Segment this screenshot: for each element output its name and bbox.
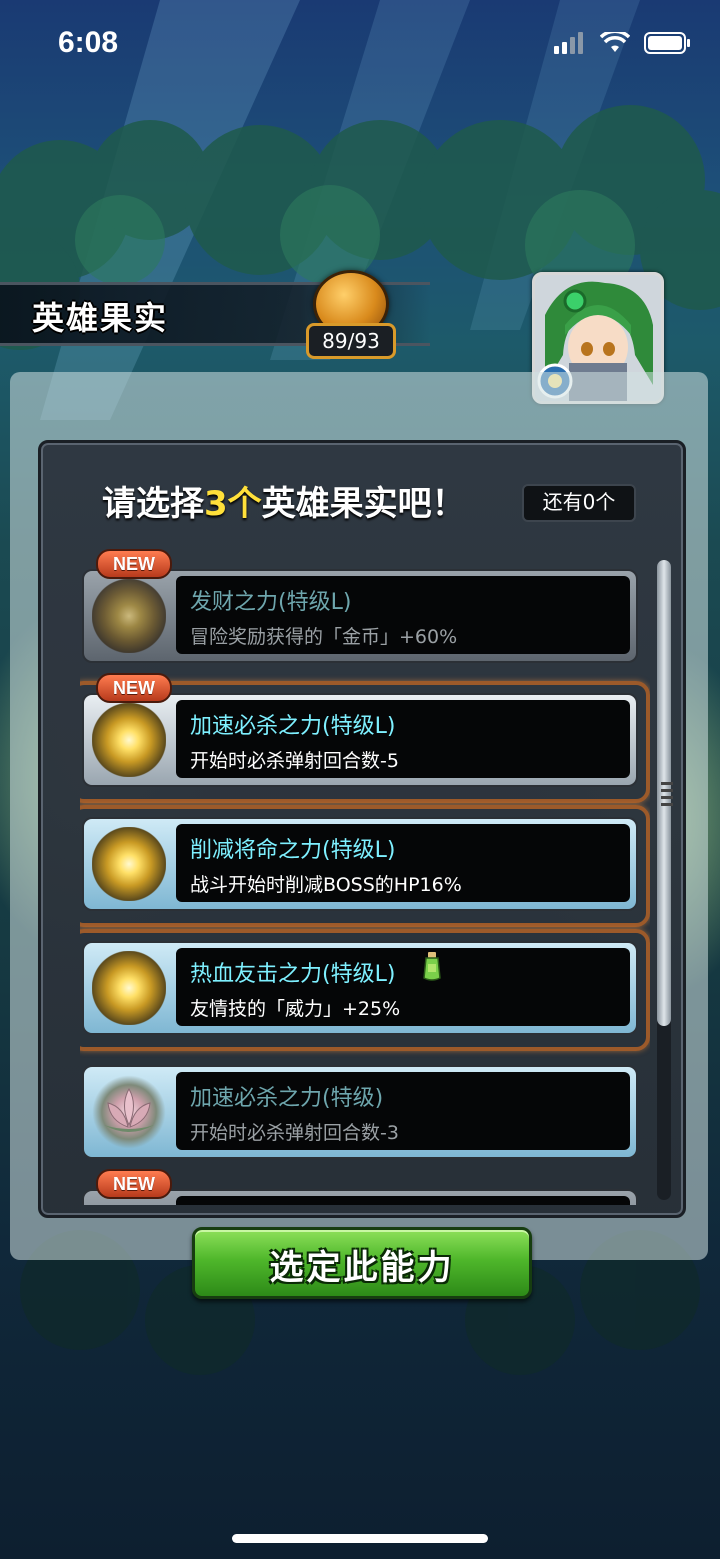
row-text-box [176,1196,630,1205]
fruit-title: 发财之力(特级L) [190,590,352,615]
row-text-box: 热血友击之力(特级L) 友情技的「威力」+25% [176,948,630,1026]
remaining-count-badge: 还有0个 [522,484,636,522]
scroll-grip-icon [661,782,673,806]
page-title: 英雄果实 [32,299,169,337]
golden-fruit-icon [92,951,166,1025]
fruit-title: 热血友击之力(特级L) [190,962,396,987]
fruit-row[interactable]: 发财之力(特级L) 冒险奖励获得的「金币」+60% [80,569,638,663]
new-badge: NEW [96,549,172,579]
row-text-box: 加速必杀之力(特级L) 开始时必杀弹射回合数-5 [176,700,630,778]
lotus-fruit-icon [92,1075,166,1149]
fruit-row[interactable]: 加速必杀之力(特级L) 开始时必杀弹射回合数-5 [80,681,650,803]
golden-fruit-icon [92,827,166,901]
new-badge: NEW [96,673,172,703]
fruit-list[interactable]: 发财之力(特级L) 冒险奖励获得的「金币」+60% NEW 加速必杀之力(特级L… [80,545,650,1205]
selection-prompt: 请选择3个英雄果实吧！ [102,476,466,525]
status-bar: 6:08 [0,0,720,90]
confirm-ability-button[interactable]: 选定此能力 [192,1227,532,1299]
golden-fruit-icon [92,703,166,777]
potion-bottle-icon [423,952,441,981]
battery-icon [644,32,690,54]
fruit-title: 削减将命之力(特级L) [190,838,396,863]
row-text-box: 发财之力(特级L) 冒险奖励获得的「金币」+60% [176,576,630,654]
status-time: 6:08 [58,26,119,59]
fruit-row[interactable]: 加速必杀之力(特级) 开始时必杀弹射回合数-3 [80,1065,638,1159]
fruit-description: 战斗开始时削减BOSS的HP16% [190,874,462,896]
fruit-description: 友情技的「威力」+25% [190,998,401,1020]
confirm-ability-label: 选定此能力 [269,1248,455,1288]
fruit-description: 开始时必杀弹射回合数-5 [190,750,399,772]
status-icons [554,32,690,54]
home-indicator[interactable] [232,1534,488,1543]
fruit-row[interactable]: 热血友击之力(特级L) 友情技的「威力」+25% [80,929,650,1051]
fruit-count-badge: 89/93 [306,323,396,359]
prompt-text-before: 请选择 [102,484,204,524]
row-text-box: 加速必杀之力(特级) 开始时必杀弹射回合数-3 [176,1072,630,1150]
fruit-title: 加速必杀之力(特级) [190,1086,384,1111]
cellular-signal-icon [554,32,583,54]
fruit-description: 冒险奖励获得的「金币」+60% [190,626,458,648]
fruit-title: 加速必杀之力(特级L) [190,714,396,739]
fruit-row[interactable]: 削减将命之力(特级L) 战斗开始时削减BOSS的HP16% [80,805,650,927]
golden-fruit-icon [92,579,166,653]
wifi-icon [600,32,630,52]
lotus-icon [104,1087,154,1132]
prompt-text-after: 英雄果实吧！ [261,484,466,524]
fruit-description: 开始时必杀弹射回合数-3 [190,1122,399,1144]
row-text-box: 削减将命之力(特级L) 战斗开始时削减BOSS的HP16% [176,824,630,902]
prompt-count-highlight: 3个 [204,484,262,524]
new-badge: NEW [96,1169,172,1199]
